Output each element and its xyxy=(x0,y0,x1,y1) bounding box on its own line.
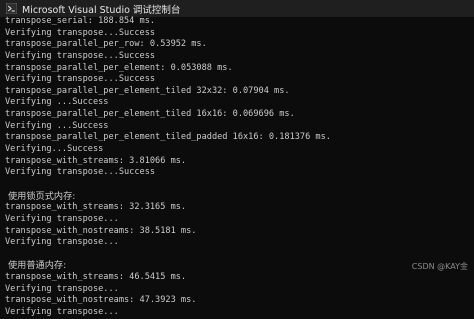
console-line: 使用普通内存: xyxy=(8,260,67,272)
console-line: transpose_parallel_per_element: 0.053088… xyxy=(5,62,233,73)
console-line: transpose_with_streams: 3.81066 ms. xyxy=(5,155,187,166)
console-line: transpose_with_streams: 32.3165 ms. xyxy=(5,202,187,213)
watermark: CSDN @KAY金 xyxy=(411,262,468,271)
visual-studio-icon xyxy=(6,3,17,14)
console-line: transpose_parallel_per_element_tiled_pad… xyxy=(5,132,331,143)
console-line: Verifying transpose... xyxy=(5,283,119,294)
console-line: transpose_with_streams: 46.5415 ms. xyxy=(5,272,187,283)
console-line: Verifying...Success xyxy=(5,144,104,155)
console-line: Verifying ...Success xyxy=(5,120,109,131)
console-line: Verifying transpose...Success xyxy=(5,167,156,178)
console-line: Verifying transpose...Success xyxy=(5,50,156,61)
console-line: transpose_with_nostreams: 47.3923 ms. xyxy=(5,295,197,306)
window-title: Microsoft Visual Studio 调试控制台 xyxy=(22,4,181,16)
console-line: transpose_with_nostreams: 38.5181 ms. xyxy=(5,225,197,236)
console-line: Verifying transpose... xyxy=(5,307,119,318)
console-line: Verifying transpose...Success xyxy=(5,27,156,38)
title-bar: Microsoft Visual Studio 调试控制台 xyxy=(0,0,474,17)
console-line: transpose_serial: 188.854 ms. xyxy=(5,16,156,26)
console-line: 使用锁页式内存: xyxy=(8,190,76,202)
console-line: Verifying transpose... xyxy=(5,237,119,248)
console-output[interactable]: transpose_serial: 188.854 ms. Verifying t… xyxy=(5,16,469,317)
console-line: Verifying ...Success xyxy=(5,97,109,108)
console-line: transpose_parallel_per_element_tiled 16x… xyxy=(5,109,295,120)
console-line: transpose_parallel_per_row: 0.53952 ms. xyxy=(5,39,207,50)
console-line: Verifying transpose... xyxy=(5,213,119,224)
console-line: transpose_parallel_per_element_tiled 32x… xyxy=(5,85,290,96)
console-line: Verifying transpose...Success xyxy=(5,74,156,85)
